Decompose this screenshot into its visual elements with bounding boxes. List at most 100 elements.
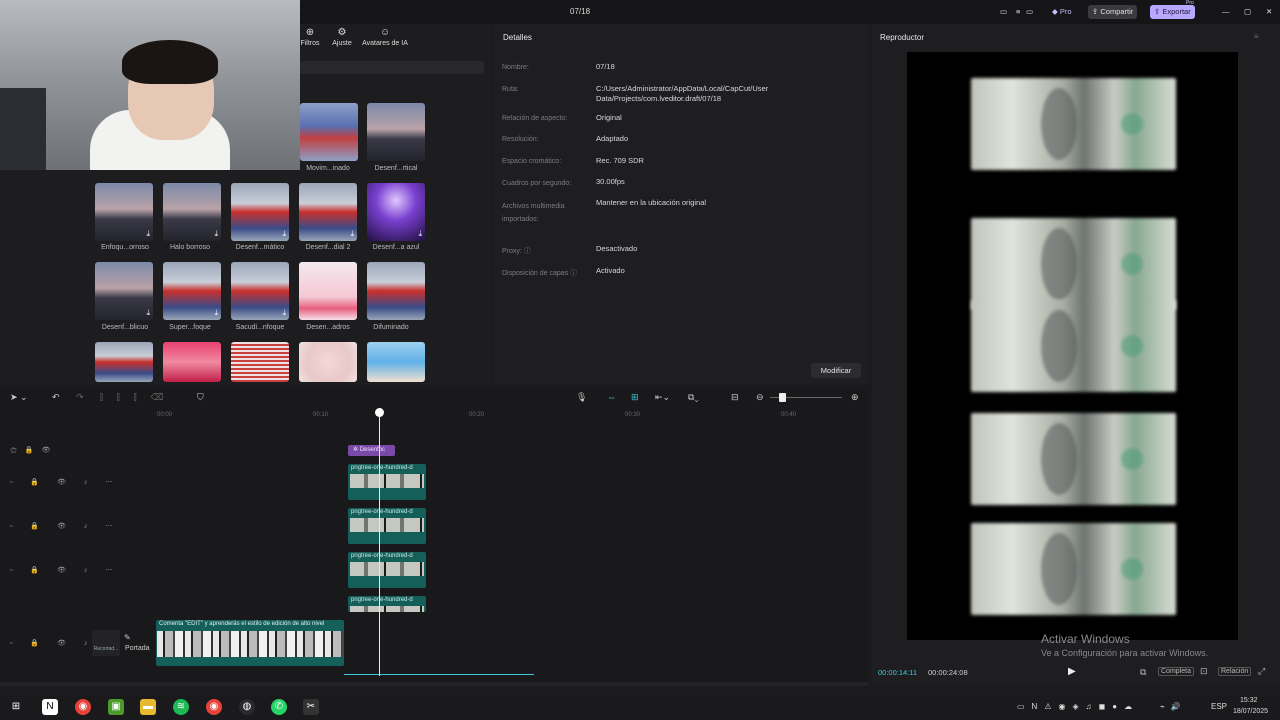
- layout-icon[interactable]: ▭: [996, 5, 1011, 19]
- ratio-button[interactable]: Relación: [1218, 667, 1252, 676]
- clip-frames: [350, 474, 424, 488]
- full-quality-button[interactable]: Completa: [1158, 667, 1194, 676]
- marker-icon[interactable]: ⛉: [197, 392, 204, 403]
- minecraft-icon[interactable]: ▣: [108, 699, 124, 715]
- download-icon[interactable]: ⤓: [350, 229, 354, 239]
- export-button[interactable]: ⇧ Exportar: [1150, 5, 1195, 19]
- chrome-icon[interactable]: ◉: [75, 699, 91, 715]
- effect-thumb[interactable]: [300, 103, 358, 161]
- download-icon[interactable]: ⤓: [214, 308, 218, 318]
- microphone-icon[interactable]: 🎙: [576, 392, 587, 403]
- caption-icon[interactable]: ⊟: [731, 392, 739, 403]
- effect-thumb[interactable]: [367, 262, 425, 320]
- overlay-clip[interactable]: pngtree-one-hundred-d: [348, 508, 426, 544]
- maximize-button[interactable]: ▢: [1240, 5, 1255, 19]
- player-menu-icon[interactable]: ≡: [1254, 32, 1259, 41]
- effect-thumb[interactable]: [367, 103, 425, 161]
- effect-label: Desenf...rtical: [374, 165, 418, 172]
- effect-thumb[interactable]: ⤓: [299, 183, 357, 241]
- zoom-slider-handle[interactable]: [779, 393, 786, 402]
- play-button[interactable]: ▶: [1068, 666, 1076, 677]
- tab-filters[interactable]: ⊕ Filtros: [298, 28, 322, 48]
- redo-icon[interactable]: ↷: [76, 392, 84, 403]
- close-button[interactable]: ✕: [1262, 5, 1276, 19]
- language-indicator[interactable]: ESP: [1211, 702, 1227, 711]
- money-bill-image: [971, 218, 1176, 310]
- download-icon[interactable]: ⤓: [418, 229, 422, 239]
- search-input[interactable]: [300, 61, 484, 74]
- connect-icon[interactable]: ⧉⌄: [688, 392, 699, 403]
- playhead-handle[interactable]: [375, 408, 384, 417]
- effect-thumb[interactable]: [231, 342, 289, 382]
- minimize-button[interactable]: —: [1218, 5, 1234, 19]
- diamond-icon: ◆: [1052, 7, 1060, 16]
- effect-thumb[interactable]: [95, 342, 153, 382]
- screenshot-icon[interactable]: ⊡: [1200, 666, 1208, 677]
- effect-thumb[interactable]: ⤓: [163, 183, 221, 241]
- download-icon[interactable]: ⤓: [282, 308, 286, 318]
- monitor-icon[interactable]: ▭: [1022, 5, 1037, 19]
- select-tool-icon[interactable]: ➤ ⌄: [10, 392, 28, 403]
- zoom-in-icon[interactable]: ⊕: [851, 392, 859, 403]
- record-button[interactable]: Recortad...: [92, 630, 120, 656]
- ruler-tick: 00:10: [313, 412, 329, 418]
- effect-thumb[interactable]: [299, 262, 357, 320]
- detail-label: Archivos multimedia importados:: [502, 203, 565, 223]
- undo-icon[interactable]: ↶: [52, 392, 60, 403]
- clip-name: Comenta "EDIT" y aprenderás el estilo de…: [159, 621, 325, 627]
- app-icon[interactable]: ◍: [239, 699, 255, 715]
- effect-thumb[interactable]: ⤓: [95, 262, 153, 320]
- overlay-clip[interactable]: pngtree-one-hundred-d: [348, 464, 426, 500]
- playhead[interactable]: [379, 408, 380, 676]
- preview-axis-icon[interactable]: ⇤⌄: [655, 392, 670, 403]
- effect-thumb[interactable]: [163, 342, 221, 382]
- zoom-out-icon[interactable]: ⊖: [756, 392, 764, 403]
- windows-start-icon[interactable]: ⊞: [8, 699, 24, 715]
- tab-adjust[interactable]: ⚙ Ajuste: [329, 28, 355, 48]
- link-icon[interactable]: ⇔: [607, 392, 616, 402]
- effect-thumb[interactable]: ⤓: [231, 262, 289, 320]
- whatsapp-icon[interactable]: ✆: [271, 699, 287, 715]
- pencil-icon: ✎: [124, 633, 131, 642]
- overlay-clip[interactable]: pngtree-one-hundred-d: [348, 552, 426, 588]
- detail-label: Resolución:: [502, 136, 539, 143]
- detail-value: Rec. 709 SDR: [596, 156, 644, 165]
- crop-icon[interactable]: ⧉: [1140, 667, 1146, 678]
- effect-thumb[interactable]: ⤓: [95, 183, 153, 241]
- download-icon[interactable]: ⤓: [146, 229, 150, 239]
- notion-icon[interactable]: N: [42, 699, 58, 715]
- effect-thumb[interactable]: ⤓: [231, 183, 289, 241]
- network-volume-icons[interactable]: ⌁🔊: [1160, 702, 1187, 711]
- download-icon[interactable]: ⤓: [282, 229, 286, 239]
- system-tray-icons[interactable]: ▭N⚠◉◈♫◼●☁: [1017, 702, 1139, 711]
- chrome-profile-icon[interactable]: ◉: [206, 699, 222, 715]
- main-video-clip[interactable]: Comenta "EDIT" y aprenderás el estilo de…: [156, 620, 344, 666]
- download-icon[interactable]: ⤓: [146, 308, 150, 318]
- effect-clip[interactable]: ✲ Desenfoc: [348, 445, 395, 456]
- track-controls[interactable]: ⚝🔒👁: [10, 446, 58, 455]
- pro-button[interactable]: ◆ Pro: [1048, 5, 1076, 19]
- modify-button[interactable]: Modificar: [811, 363, 861, 378]
- current-time: 00:00:14:11: [878, 668, 918, 677]
- overlay-clip[interactable]: pngtree-one-hundred-d: [348, 596, 426, 612]
- download-icon[interactable]: ⤓: [214, 229, 218, 239]
- effect-thumb[interactable]: ⤓: [367, 183, 425, 241]
- effect-thumb[interactable]: ⤓: [163, 262, 221, 320]
- track-controls[interactable]: ▫ 🔒 👁 ♪ ⋯: [10, 478, 120, 486]
- timeline-scrollbar[interactable]: [0, 682, 868, 686]
- folder-icon[interactable]: ▬: [140, 699, 156, 715]
- track-controls[interactable]: ▫ 🔒 👁 ♪ ⋯: [10, 522, 120, 530]
- cover-button[interactable]: Portada: [125, 645, 150, 652]
- player-title: Reproductor: [880, 33, 925, 42]
- fullscreen-icon[interactable]: ⤢: [1258, 666, 1265, 677]
- share-button[interactable]: ⇪ Compartir: [1088, 5, 1138, 19]
- split-tools[interactable]: ⫿⫿⫿⌫: [100, 392, 177, 403]
- effect-thumb[interactable]: [299, 342, 357, 382]
- tab-label: Filtros: [300, 40, 320, 47]
- track-controls[interactable]: ▫ 🔒 👁 ♪ ⋯: [10, 566, 120, 574]
- effect-thumb[interactable]: [367, 342, 425, 382]
- capcut-icon[interactable]: ✂: [303, 699, 319, 715]
- snap-icon[interactable]: ⊞: [631, 392, 639, 403]
- spotify-icon[interactable]: ≋: [173, 699, 189, 715]
- tab-ai-avatars[interactable]: ☺ Avatares de IA: [358, 28, 412, 48]
